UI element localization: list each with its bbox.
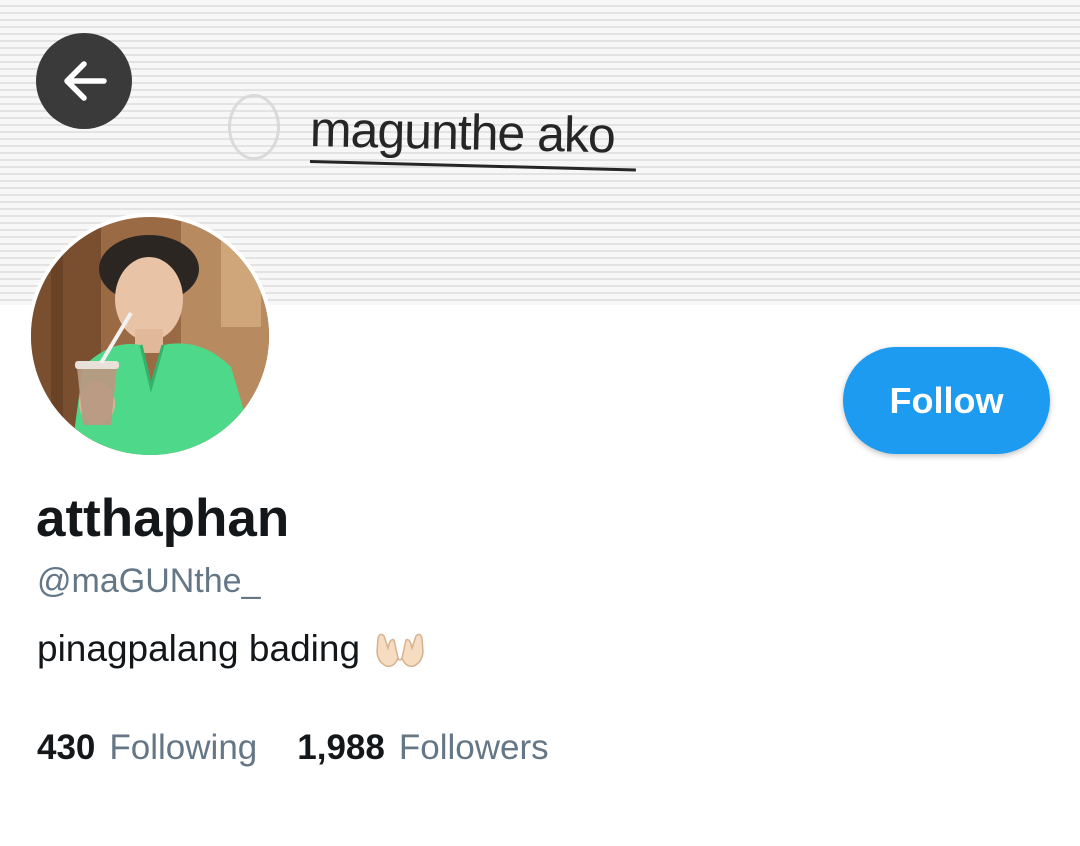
followers-label: Followers (398, 728, 549, 767)
palms-up-together-icon (374, 628, 426, 670)
bio-text: pinagpalang bading (37, 628, 361, 669)
back-button[interactable] (36, 33, 132, 129)
followers-stat[interactable]: 1,988 Followers (297, 728, 548, 768)
user-handle: @maGUNthe_ (37, 562, 261, 600)
following-count: 430 (37, 728, 96, 767)
follow-stats: 430 Following 1,988 Followers (37, 728, 549, 768)
bio: pinagpalang bading (37, 628, 426, 670)
following-stat[interactable]: 430 Following (37, 728, 257, 768)
following-label: Following (109, 728, 258, 767)
radio-circle-icon (228, 94, 280, 160)
avatar-photo (31, 217, 269, 455)
banner-text: magunthe ako (309, 101, 616, 164)
display-name: atthaphan (36, 489, 290, 548)
arrow-left-icon (64, 61, 107, 101)
follow-button[interactable]: Follow (843, 347, 1050, 454)
avatar[interactable] (27, 213, 273, 459)
followers-count: 1,988 (297, 728, 385, 767)
profile-page: magunthe ako Follow atthaphan @maGUNthe_… (0, 0, 1080, 846)
